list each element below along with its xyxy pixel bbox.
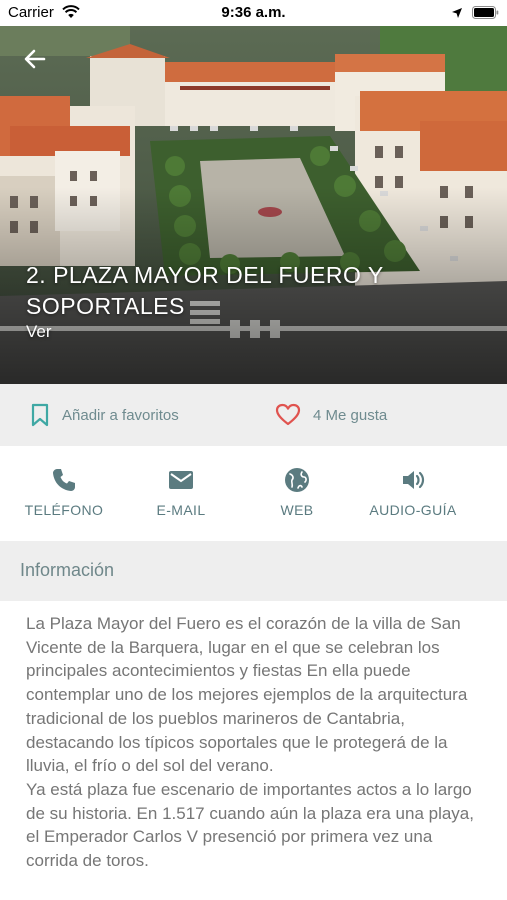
- status-time: 9:36 a.m.: [221, 4, 286, 21]
- info-paragraph: Ya está plaza fue escenario de important…: [26, 779, 474, 871]
- speaker-icon: [403, 471, 425, 489]
- battery-icon: [472, 6, 499, 19]
- phone-button[interactable]: TELÉFONO: [4, 466, 124, 518]
- location-arrow-icon: [452, 8, 462, 18]
- audio-guide-label: AUDIO-GUÍA: [369, 502, 457, 518]
- place-title: 2. PLAZA MAYOR DEL FUERO Y SOPORTALES: [26, 262, 384, 319]
- hero-image: 2. PLAZA MAYOR DEL FUERO Y SOPORTALES Ve…: [0, 26, 507, 384]
- info-paragraph: La Plaza Mayor del Fuero es el corazón d…: [26, 614, 468, 776]
- phone-label: TELÉFONO: [24, 502, 104, 518]
- globe-icon: [285, 468, 309, 492]
- like-button[interactable]: 4 Me gusta: [275, 403, 387, 427]
- add-favorite-button[interactable]: Añadir a favoritos: [30, 403, 179, 427]
- heart-icon: [275, 403, 301, 426]
- info-section-header: Información: [0, 541, 507, 601]
- info-header-label: Información: [20, 560, 115, 580]
- mail-icon: [169, 471, 193, 489]
- status-bar: Carrier 9:36 a.m.: [0, 0, 507, 26]
- email-button[interactable]: E-MAIL: [121, 466, 241, 518]
- web-button[interactable]: WEB: [237, 466, 357, 518]
- email-label: E-MAIL: [156, 502, 206, 518]
- bookmark-icon: [31, 403, 49, 427]
- audio-guide-button[interactable]: AUDIO-GUÍA: [353, 466, 473, 518]
- plaza-aerial-photo: [0, 26, 507, 384]
- info-description: La Plaza Mayor del Fuero es el corazón d…: [26, 612, 488, 873]
- web-label: WEB: [280, 502, 314, 518]
- view-link[interactable]: Ver: [26, 322, 52, 342]
- actions-bar: Añadir a favoritos 4 Me gusta: [0, 384, 507, 446]
- back-arrow-icon[interactable]: [22, 46, 48, 72]
- likes-label: 4 Me gusta: [313, 406, 388, 424]
- contact-options: TELÉFONO E-MAIL WEB AUDIO-GUÍA: [0, 446, 507, 541]
- phone-icon: [53, 469, 75, 491]
- favorite-label: Añadir a favoritos: [62, 406, 179, 424]
